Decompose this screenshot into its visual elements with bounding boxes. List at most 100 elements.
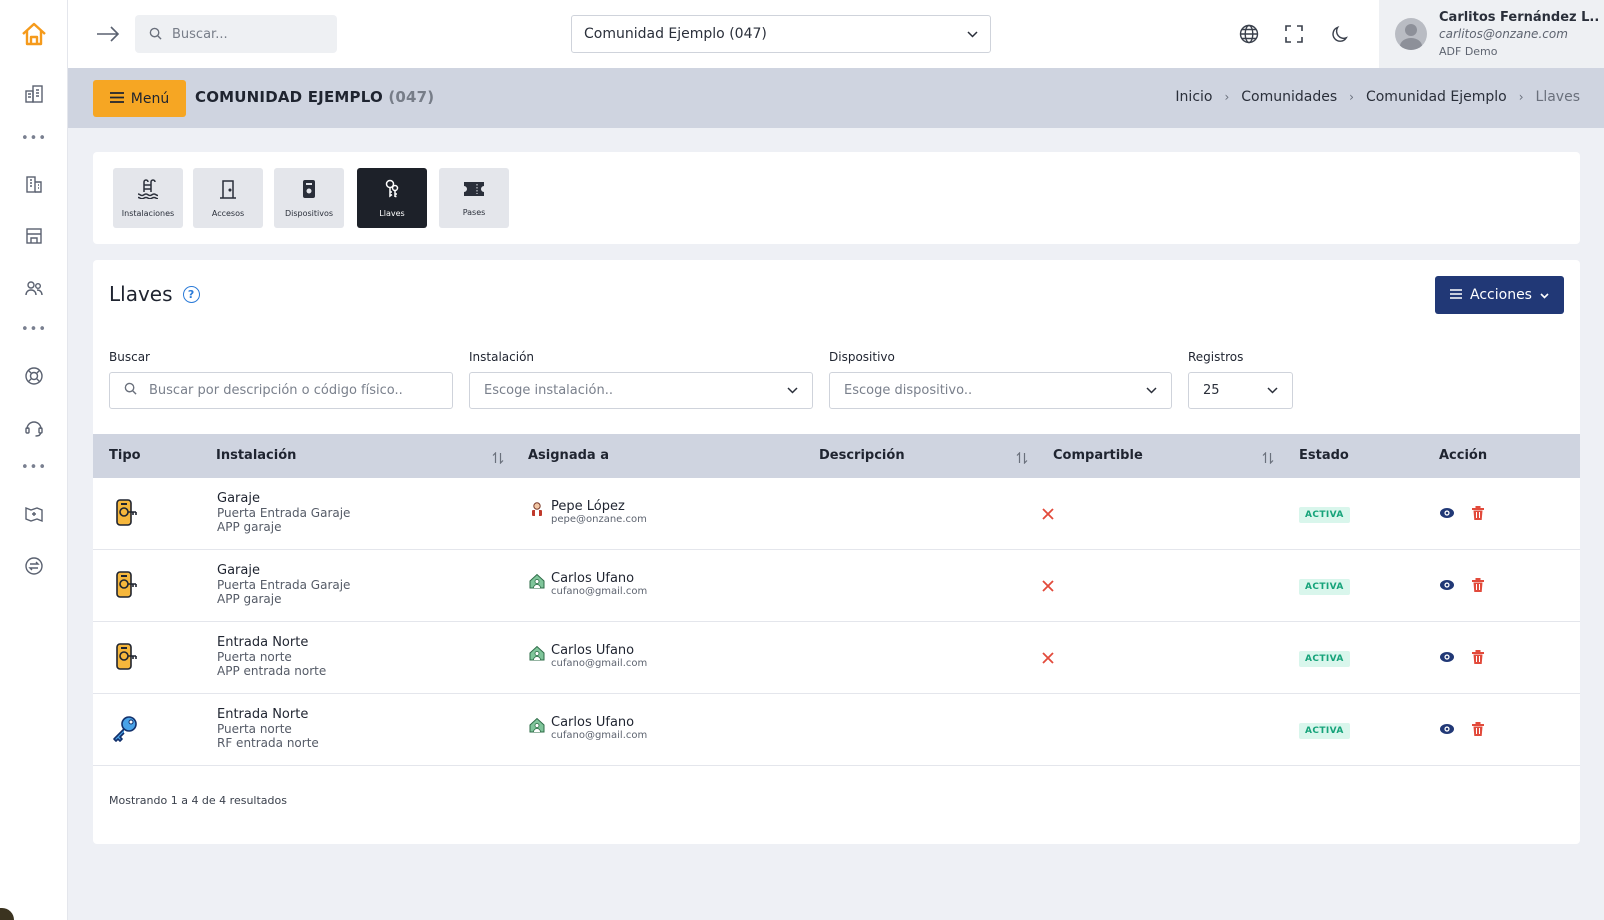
pool-icon bbox=[137, 178, 159, 203]
actions-button-label: Acciones bbox=[1470, 287, 1532, 303]
status-badge: ACTIVA bbox=[1299, 579, 1350, 595]
sidebar-lifebuoy-icon[interactable] bbox=[20, 362, 48, 390]
filter-search-label: Buscar bbox=[109, 350, 150, 364]
filter-records-label: Registros bbox=[1188, 350, 1244, 364]
avatar bbox=[1395, 18, 1427, 50]
table-row: Entrada Norte Puerta norte RF entrada no… bbox=[93, 694, 1580, 766]
table-header: Tipo Instalación Asignada a Descripción … bbox=[93, 434, 1580, 478]
column-header-compartible[interactable]: Compartible bbox=[1053, 434, 1143, 478]
user-email: carlitos@onzane.com bbox=[1439, 26, 1568, 41]
chevron-down-icon bbox=[787, 383, 798, 398]
column-header-instalacion[interactable]: Instalación bbox=[216, 434, 296, 478]
breadcrumb-item-current: Llaves bbox=[1535, 89, 1580, 105]
top-search-input[interactable] bbox=[172, 26, 322, 42]
user-organization: ADF Demo bbox=[1439, 44, 1498, 58]
sidebar-separator-dots: ••• bbox=[20, 460, 47, 475]
not-shareable-x-icon bbox=[1041, 650, 1055, 664]
sidebar-building-icon[interactable] bbox=[20, 170, 48, 198]
tab-instalaciones[interactable]: Instalaciones bbox=[113, 168, 183, 228]
expand-sidebar-arrow-icon[interactable] bbox=[94, 20, 122, 48]
device-name: RF entrada norte bbox=[217, 736, 319, 750]
tab-llaves[interactable]: Llaves bbox=[357, 168, 427, 228]
topbar: Comunidad Ejemplo (047) Carlitos Fernánd… bbox=[68, 0, 1604, 68]
view-eye-icon[interactable] bbox=[1439, 505, 1455, 521]
tab-pases[interactable]: Pases bbox=[439, 168, 509, 228]
home-logo-icon[interactable] bbox=[20, 20, 48, 48]
chevron-down-icon bbox=[1267, 383, 1278, 398]
tab-accesos[interactable]: Accesos bbox=[193, 168, 263, 228]
list-icon bbox=[1450, 287, 1463, 303]
help-icon[interactable]: ? bbox=[182, 285, 200, 303]
breadcrumb-item-inicio[interactable]: Inicio bbox=[1175, 89, 1212, 105]
not-shareable-x-icon bbox=[1041, 506, 1055, 520]
installation-name: Entrada Norte bbox=[217, 707, 309, 722]
user-name: Carlitos Fernández L.. bbox=[1439, 9, 1600, 25]
delete-trash-icon[interactable] bbox=[1470, 577, 1486, 593]
menu-button[interactable]: Menú bbox=[93, 80, 186, 117]
delete-trash-icon[interactable] bbox=[1470, 649, 1486, 665]
sidebar-buildings-icon[interactable] bbox=[20, 80, 48, 108]
dark-mode-moon-icon[interactable] bbox=[1326, 20, 1354, 48]
assignee[interactable]: Pepe López pepe@onzane.com bbox=[529, 499, 647, 526]
sidebar-users-icon[interactable] bbox=[20, 274, 48, 302]
delete-trash-icon[interactable] bbox=[1470, 505, 1486, 521]
table-row: Garaje Puerta Entrada Garaje APP garaje … bbox=[93, 550, 1580, 622]
filter-device: Dispositivo Escoge dispositivo.. bbox=[829, 350, 1172, 409]
filter-search-field[interactable] bbox=[109, 372, 453, 409]
sort-icon[interactable] bbox=[492, 449, 504, 468]
assignee-email: pepe@onzane.com bbox=[551, 514, 647, 525]
status-badge: ACTIVA bbox=[1299, 507, 1350, 523]
community-select[interactable]: Comunidad Ejemplo (047) bbox=[571, 15, 991, 53]
filter-search-input[interactable] bbox=[149, 383, 438, 398]
delete-trash-icon[interactable] bbox=[1470, 721, 1486, 737]
door-icon bbox=[218, 179, 238, 203]
assignee[interactable]: Carlos Ufano cufano@gmail.com bbox=[529, 571, 647, 598]
filter-device-placeholder: Escoge dispositivo.. bbox=[844, 383, 973, 398]
tab-dispositivos[interactable]: Dispositivos bbox=[274, 168, 344, 228]
device-name: APP garaje bbox=[217, 520, 282, 534]
sidebar-exchange-icon[interactable] bbox=[20, 552, 48, 580]
search-icon bbox=[124, 382, 137, 399]
sidebar-map-icon[interactable] bbox=[20, 500, 48, 528]
user-menu[interactable]: Carlitos Fernández L.. carlitos@onzane.c… bbox=[1379, 0, 1604, 68]
keys-icon bbox=[382, 179, 402, 203]
section-title: Llaves ? bbox=[109, 282, 200, 306]
device-name: APP entrada norte bbox=[217, 664, 327, 678]
home-user-icon bbox=[529, 645, 545, 661]
assignee-name: Carlos Ufano bbox=[551, 643, 635, 658]
table-row: Entrada Norte Puerta norte APP entrada n… bbox=[93, 622, 1580, 694]
sort-icon[interactable] bbox=[1016, 449, 1028, 468]
sidebar-separator-dots: ••• bbox=[20, 131, 47, 146]
breadcrumb-item-comunidades[interactable]: Comunidades bbox=[1241, 89, 1337, 105]
assignee-name: Carlos Ufano bbox=[551, 571, 635, 586]
column-header-tipo: Tipo bbox=[109, 448, 141, 463]
filter-installation-placeholder: Escoge instalación.. bbox=[484, 383, 613, 398]
language-globe-icon[interactable] bbox=[1235, 20, 1263, 48]
assignee[interactable]: Carlos Ufano cufano@gmail.com bbox=[529, 715, 647, 742]
access-name: Puerta Entrada Garaje bbox=[217, 578, 351, 592]
community-select-value: Comunidad Ejemplo (047) bbox=[584, 26, 767, 42]
filter-records-select[interactable]: 25 bbox=[1188, 372, 1293, 409]
sort-icon[interactable] bbox=[1262, 449, 1274, 468]
access-name: Puerta norte bbox=[217, 650, 292, 664]
chevron-right-icon: › bbox=[1224, 90, 1230, 104]
view-eye-icon[interactable] bbox=[1439, 721, 1455, 737]
filter-installation-select[interactable]: Escoge instalación.. bbox=[469, 372, 813, 409]
column-header-descripcion[interactable]: Descripción bbox=[819, 434, 905, 478]
breadcrumb-item-comunidad[interactable]: Comunidad Ejemplo bbox=[1366, 89, 1507, 105]
sidebar-store-icon[interactable] bbox=[20, 222, 48, 250]
app-key-icon bbox=[110, 498, 140, 528]
top-search-box[interactable] bbox=[135, 15, 337, 53]
actions-button[interactable]: Acciones bbox=[1435, 276, 1564, 314]
rf-key-icon bbox=[110, 714, 140, 744]
fullscreen-icon[interactable] bbox=[1280, 20, 1308, 48]
chevron-down-icon bbox=[1146, 383, 1157, 398]
filter-installation: Instalación Escoge instalación.. bbox=[469, 350, 813, 409]
sidebar-support-headset-icon[interactable] bbox=[20, 414, 48, 442]
device-icon bbox=[301, 179, 317, 203]
view-eye-icon[interactable] bbox=[1439, 577, 1455, 593]
view-eye-icon[interactable] bbox=[1439, 649, 1455, 665]
sidebar-separator-dots: ••• bbox=[20, 322, 47, 337]
filter-device-select[interactable]: Escoge dispositivo.. bbox=[829, 372, 1172, 409]
assignee[interactable]: Carlos Ufano cufano@gmail.com bbox=[529, 643, 647, 670]
